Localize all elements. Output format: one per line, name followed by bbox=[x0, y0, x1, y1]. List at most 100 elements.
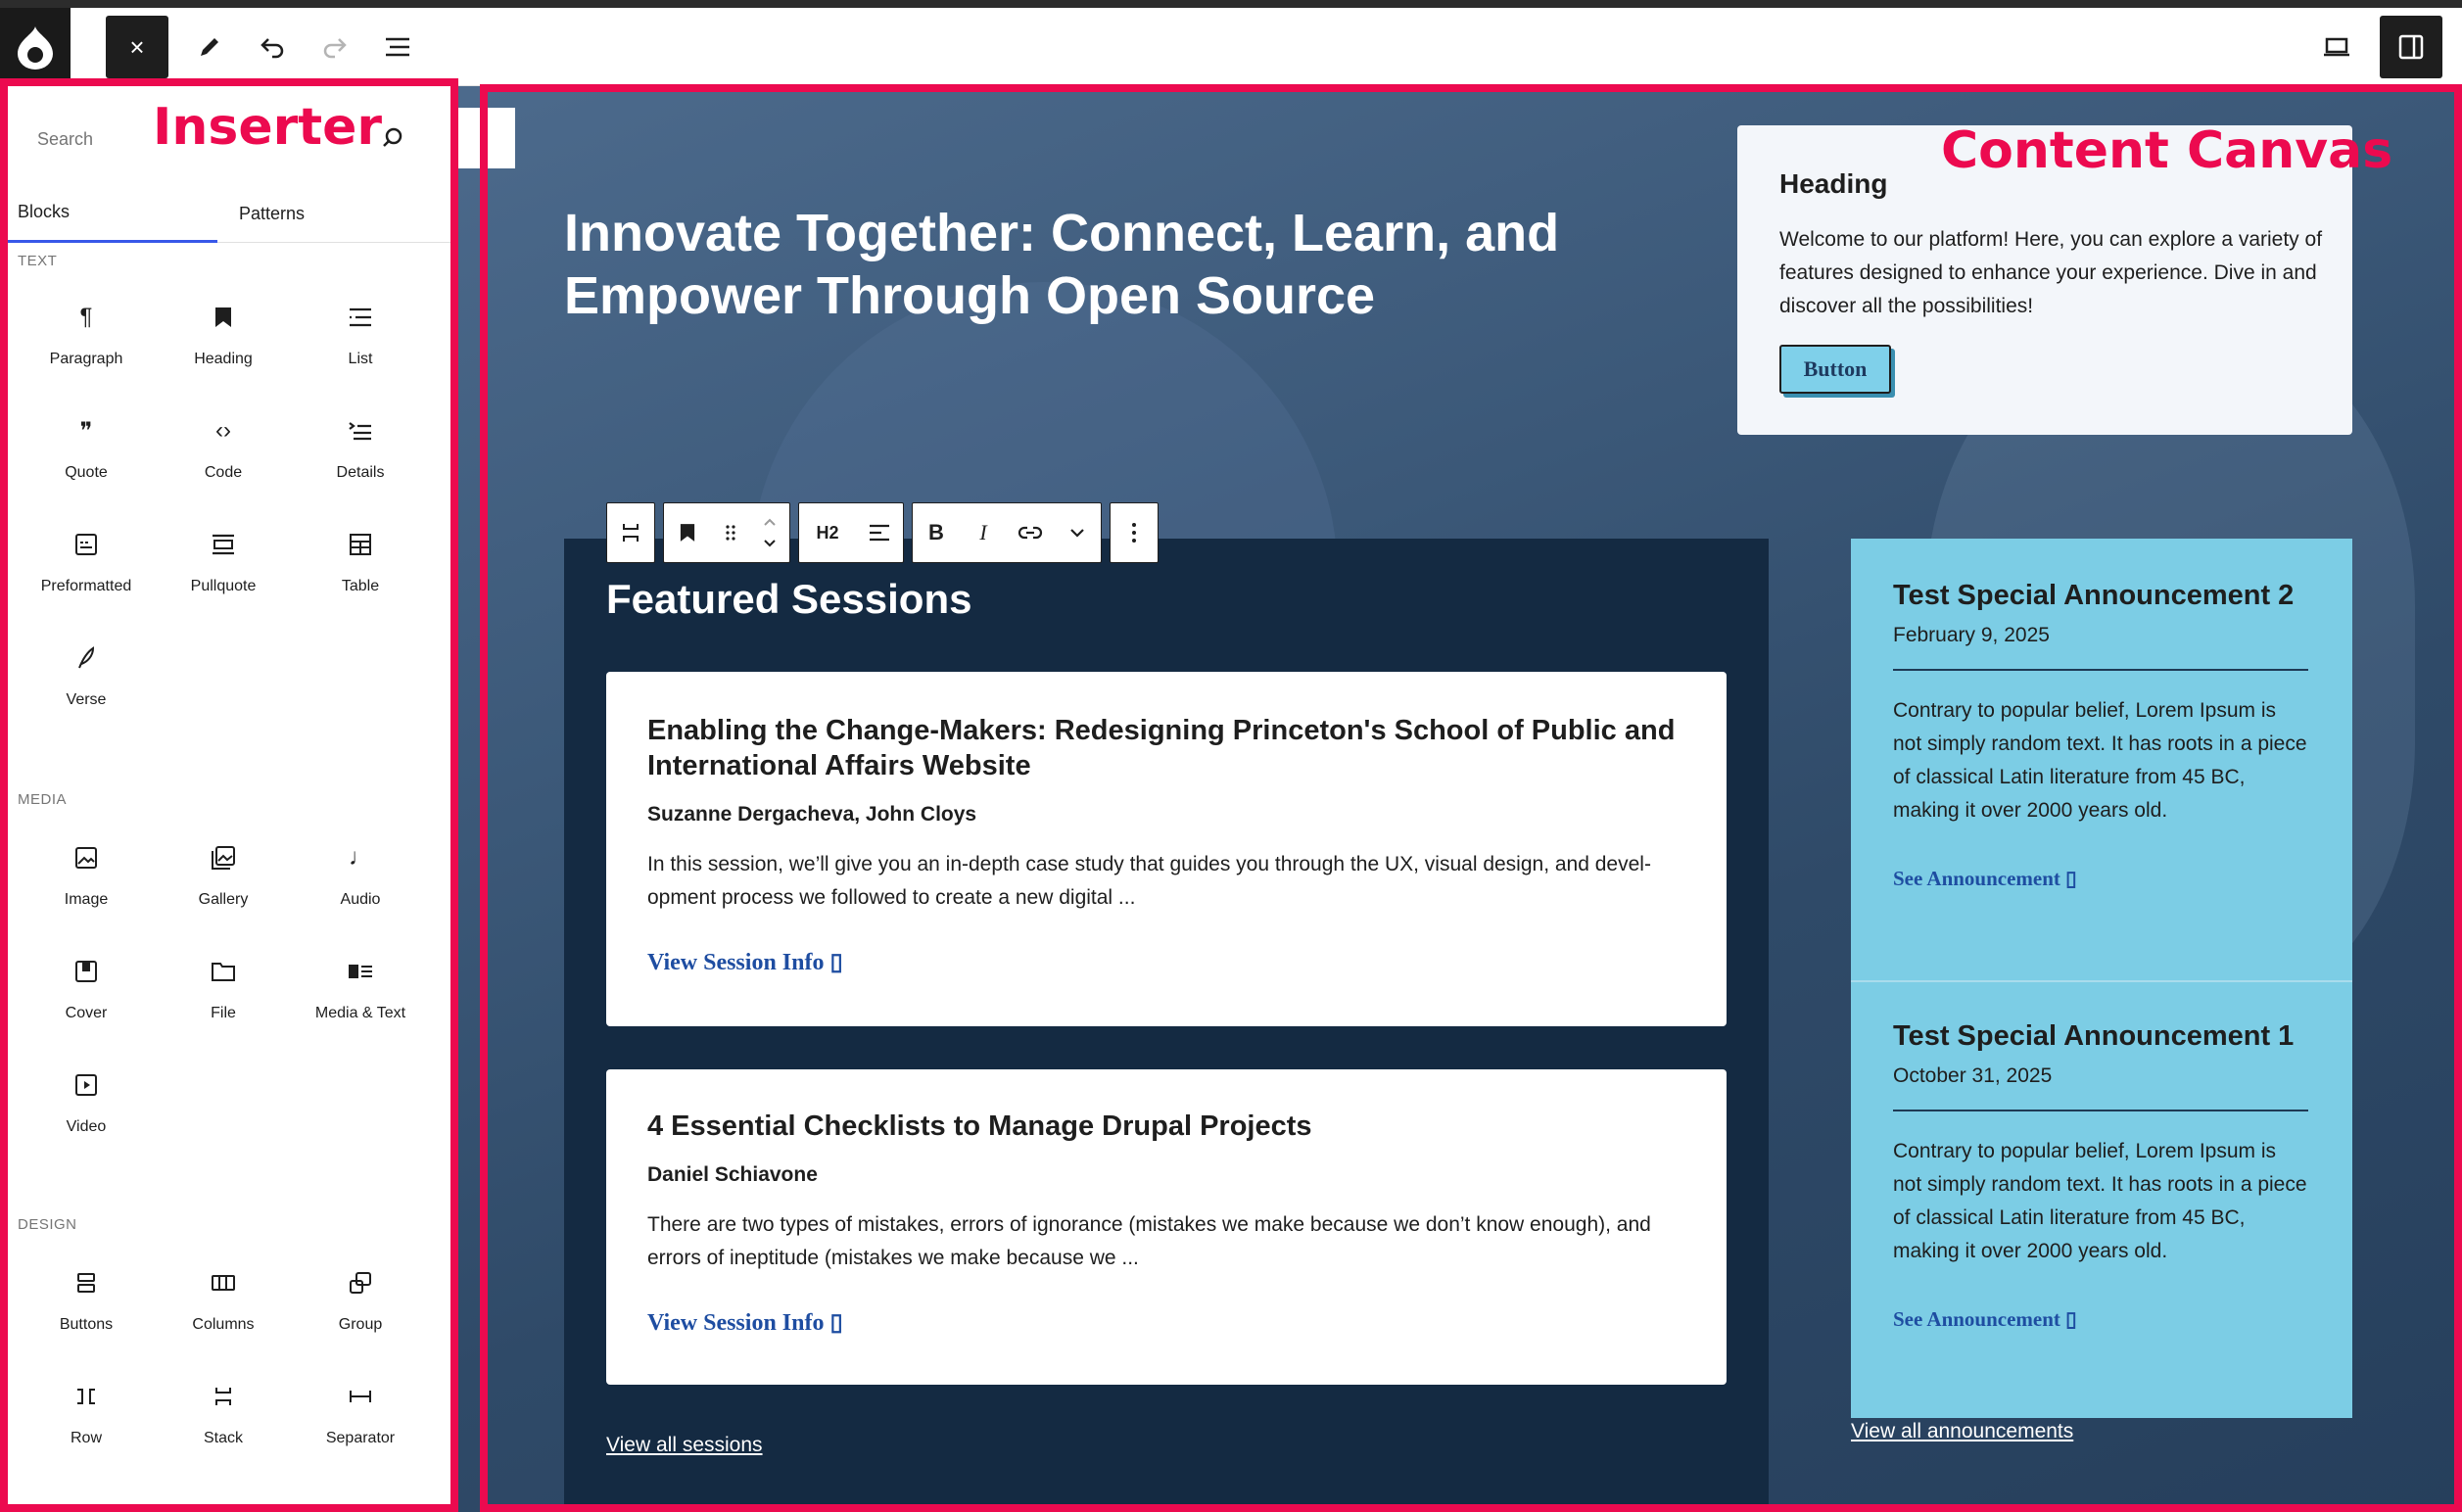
audio-icon: ♩ bbox=[349, 844, 372, 871]
pencil-button[interactable] bbox=[178, 16, 241, 78]
toolbar-group: B I bbox=[912, 502, 1102, 563]
inserter-annotation-label: Inserter bbox=[153, 98, 382, 157]
align-button[interactable] bbox=[856, 503, 903, 562]
options-button[interactable] bbox=[1111, 503, 1158, 562]
toolbar-group bbox=[1110, 502, 1159, 563]
list-view-icon bbox=[386, 37, 409, 57]
preview-button[interactable] bbox=[2305, 16, 2368, 78]
block-audio[interactable]: ♩ Audio bbox=[292, 819, 429, 926]
link-button[interactable] bbox=[1007, 503, 1054, 562]
drag-handle[interactable] bbox=[711, 503, 750, 562]
block-details[interactable]: Details bbox=[292, 392, 429, 499]
announcement-title[interactable]: Test Special Announcement 2 bbox=[1893, 580, 2310, 612]
block-toolbar: H2 B I bbox=[606, 502, 1159, 563]
block-table[interactable]: Table bbox=[292, 505, 429, 613]
move-up-down-buttons[interactable] bbox=[750, 503, 789, 562]
view-all-announcements-link[interactable]: View all announcements bbox=[1851, 1420, 2073, 1443]
block-group[interactable]: Group bbox=[292, 1244, 429, 1351]
columns-icon bbox=[204, 1263, 243, 1302]
inserter-search-input[interactable]: Search bbox=[37, 129, 93, 150]
session-card[interactable]: Enabling the Change-Makers: Redesigning … bbox=[606, 672, 1727, 1026]
block-list[interactable]: List bbox=[292, 278, 429, 386]
featured-sessions-heading[interactable]: Featured Sessions bbox=[606, 576, 971, 623]
toolbar-group bbox=[663, 502, 790, 563]
block-separator[interactable]: Separator bbox=[292, 1357, 429, 1465]
category-title-media: MEDIA bbox=[18, 791, 68, 808]
undo-icon bbox=[260, 38, 284, 59]
table-icon bbox=[341, 525, 380, 564]
announcement-title[interactable]: Test Special Announcement 1 bbox=[1893, 1020, 2310, 1053]
block-stack[interactable]: Stack bbox=[155, 1357, 292, 1465]
close-button[interactable]: × bbox=[106, 16, 168, 78]
hero-title[interactable]: Innovate Together: Connect, Learn, and E… bbox=[564, 202, 1602, 327]
announcement-item[interactable]: Test Special Announcement 2 February 9, … bbox=[1893, 580, 2310, 891]
view-session-link[interactable]: View Session Info ▯ bbox=[647, 948, 843, 976]
block-columns[interactable]: Columns bbox=[155, 1244, 292, 1351]
category-title-text: TEXT bbox=[18, 253, 58, 269]
drupal-logo-icon[interactable] bbox=[0, 8, 71, 86]
announcement-rule bbox=[1893, 1110, 2308, 1111]
announcement-item[interactable]: Test Special Announcement 1 October 31, … bbox=[1893, 1020, 2310, 1332]
announcement-divider bbox=[1851, 980, 2352, 982]
block-code[interactable]: ‹› Code bbox=[155, 392, 292, 499]
group-icon bbox=[341, 1263, 380, 1302]
session-authors: Daniel Schiavone bbox=[647, 1163, 818, 1186]
close-icon: × bbox=[129, 31, 145, 62]
bookmark-icon bbox=[680, 524, 695, 542]
tab-patterns[interactable]: Patterns bbox=[217, 184, 435, 243]
cover-icon bbox=[67, 952, 106, 991]
redo-button[interactable] bbox=[304, 16, 366, 78]
canvas-annotation-label: Content Canvas bbox=[1941, 121, 2393, 180]
block-cover[interactable]: Cover bbox=[18, 932, 155, 1040]
block-preformatted[interactable]: Preformatted bbox=[18, 505, 155, 613]
view-session-link[interactable]: View Session Info ▯ bbox=[647, 1308, 843, 1337]
more-formats-button[interactable] bbox=[1054, 503, 1101, 562]
heading-level-button[interactable]: H2 bbox=[799, 503, 856, 562]
block-image[interactable]: Image bbox=[18, 819, 155, 926]
block-heading[interactable]: Heading bbox=[155, 278, 292, 386]
session-title[interactable]: Enabling the Change-Makers: Redesigning … bbox=[647, 713, 1685, 783]
card-heading[interactable]: Heading bbox=[1779, 168, 1887, 200]
block-pullquote[interactable]: Pullquote bbox=[155, 505, 292, 613]
heading-block-button[interactable] bbox=[664, 503, 711, 562]
tab-blocks[interactable]: Blocks bbox=[0, 184, 217, 243]
drag-handle-icon bbox=[726, 525, 735, 541]
block-quote[interactable]: ❞ Quote bbox=[18, 392, 155, 499]
block-gallery[interactable]: Gallery bbox=[155, 819, 292, 926]
content-canvas: Innovate Together: Connect, Learn, and E… bbox=[456, 86, 2462, 1512]
block-row[interactable]: Row bbox=[18, 1357, 155, 1465]
view-all-sessions-link[interactable]: View all sessions bbox=[606, 1434, 763, 1457]
announcement-date: February 9, 2025 bbox=[1893, 624, 2050, 646]
undo-button[interactable] bbox=[241, 16, 304, 78]
desktop-preview-icon bbox=[2324, 37, 2349, 57]
stack-icon bbox=[623, 524, 639, 542]
block-video[interactable]: Video bbox=[18, 1046, 155, 1154]
see-announcement-link[interactable]: See Announcement ▯ bbox=[1893, 1307, 2310, 1332]
list-view-button[interactable] bbox=[366, 16, 429, 78]
bold-button[interactable]: B bbox=[913, 503, 960, 562]
block-paragraph[interactable]: ¶ Paragraph bbox=[18, 278, 155, 386]
see-announcement-link[interactable]: See Announcement ▯ bbox=[1893, 867, 2310, 891]
settings-sidebar-toggle[interactable] bbox=[2380, 16, 2442, 78]
announcement-date: October 31, 2025 bbox=[1893, 1064, 2053, 1087]
buttons-icon bbox=[67, 1263, 106, 1302]
card-button[interactable]: Button bbox=[1779, 345, 1891, 394]
block-verse[interactable]: Verse bbox=[18, 619, 155, 727]
toolbar-group: H2 bbox=[798, 502, 904, 563]
separator-icon bbox=[341, 1377, 380, 1416]
block-inserter-panel: Search Blocks Patterns TEXT ¶ Paragraph H… bbox=[0, 86, 456, 1512]
stack-parent-button[interactable] bbox=[607, 503, 654, 562]
link-icon bbox=[1018, 526, 1043, 540]
quote-icon: ❞ bbox=[79, 417, 93, 445]
align-left-icon bbox=[870, 524, 889, 542]
italic-button[interactable]: I bbox=[960, 503, 1007, 562]
redo-icon bbox=[323, 38, 347, 59]
card-text[interactable]: Welcome to our platform! Here, you can e… bbox=[1779, 223, 2328, 323]
inserter-tabs: Blocks Patterns bbox=[0, 184, 456, 243]
session-title[interactable]: 4 Essential Checklists to Manage Drupal … bbox=[647, 1109, 1685, 1144]
block-buttons[interactable]: Buttons bbox=[18, 1244, 155, 1351]
block-file[interactable]: File bbox=[155, 932, 292, 1040]
block-media-text[interactable]: Media & Text bbox=[292, 932, 429, 1040]
session-card[interactable]: 4 Essential Checklists to Manage Drupal … bbox=[606, 1069, 1727, 1385]
window-top-strip bbox=[0, 0, 2462, 8]
